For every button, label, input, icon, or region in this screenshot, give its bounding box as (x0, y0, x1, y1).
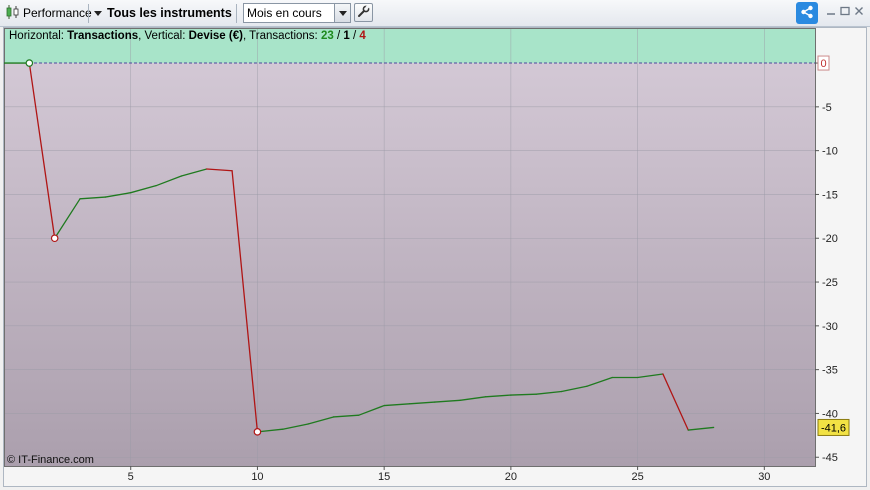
x-tick-label: 15 (378, 471, 390, 483)
x-tick-label: 5 (128, 471, 134, 483)
maximize-button[interactable] (839, 4, 851, 20)
loss-zone (4, 63, 815, 466)
y-tick-label: -15 (822, 189, 838, 201)
trough-marker (50, 234, 59, 243)
toolbar-separator (88, 4, 89, 23)
peak-marker (25, 59, 34, 67)
toolbar-separator (236, 4, 237, 23)
period-select-value: Mois en cours (247, 6, 322, 20)
copyright-text: © IT-Finance.com (7, 454, 94, 466)
chart-frame: -5 -10 -15 -20 -25 -30 -35 -40 -45 5 10 15 20 25 30 0… (3, 27, 867, 487)
x-tick-label: 30 (758, 471, 770, 483)
minimize-icon (826, 5, 836, 19)
triangle-down-icon (94, 10, 102, 16)
legend-losing-count: 4 (359, 30, 366, 42)
maximize-icon (840, 5, 850, 19)
candlestick-icon (6, 4, 20, 23)
performance-label: Performance (23, 6, 92, 20)
y-axis: -5 -10 -15 -20 -25 -30 -35 -40 -45 (815, 62, 838, 464)
legend-separator: / (334, 30, 344, 42)
zero-value-label: 0 (820, 58, 826, 70)
last-value-label: -41,6 (821, 422, 846, 434)
curve-segment (510, 393, 537, 396)
y-tick-label: -5 (822, 102, 832, 114)
x-tick-label: 10 (251, 471, 263, 483)
instruments-dropdown[interactable]: Tous les instruments (94, 3, 232, 23)
y-tick-label: -45 (822, 452, 838, 464)
legend-winning-count: 23 (321, 30, 334, 42)
zero-value-tag: 0 (817, 55, 830, 71)
performance-chart[interactable]: -5 -10 -15 -20 -25 -30 -35 -40 -45 5 10 15 20 25 30 0… (4, 28, 866, 486)
y-tick-label: -20 (822, 233, 838, 245)
instruments-label: Tous les instruments (107, 6, 232, 20)
last-value-tag: -41,6 (817, 418, 850, 436)
y-tick-label: -30 (822, 321, 838, 333)
chart-legend: Horizontal: Transactions, Vertical: Devi… (9, 30, 366, 42)
close-button[interactable] (853, 4, 865, 20)
minimize-button[interactable] (825, 4, 837, 20)
wrench-icon (357, 4, 370, 21)
dropdown-arrow-icon[interactable] (334, 4, 350, 22)
legend-transactions-prefix: , Transactions: (243, 30, 321, 42)
legend-horizontal-value: Transactions (67, 30, 138, 42)
y-tick-label: -25 (822, 277, 838, 289)
share-icon (800, 5, 814, 22)
y-tick-label: -10 (822, 146, 838, 158)
legend-separator: / (350, 30, 360, 42)
period-select[interactable]: Mois en cours (243, 3, 351, 23)
x-axis: 5 10 15 20 25 30 (128, 466, 770, 483)
close-icon (854, 5, 864, 19)
legend-vertical-value: Devise (€) (189, 30, 244, 42)
legend-horizontal-prefix: Horizontal: (9, 30, 67, 42)
x-tick-label: 20 (505, 471, 517, 483)
y-tick-label: -40 (822, 408, 838, 420)
settings-button[interactable] (354, 3, 373, 22)
legend-vertical-prefix: , Vertical: (138, 30, 189, 42)
toolbar: Performance Tous les instruments Mois en… (0, 0, 870, 27)
trough-marker (253, 428, 262, 436)
performance-button[interactable]: Performance (3, 3, 95, 23)
x-tick-label: 25 (631, 471, 643, 483)
y-tick-label: -35 (822, 365, 838, 377)
share-button[interactable] (796, 2, 818, 24)
